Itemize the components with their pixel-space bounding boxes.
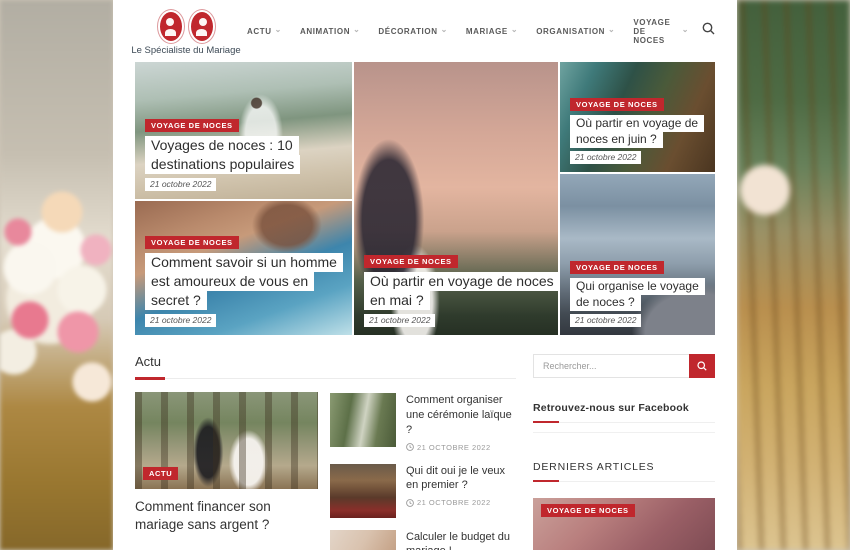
hero-article-date: 21 octobre 2022 [145,178,216,191]
hero-article-title[interactable]: Où partir en voyage de noces en mai ? [364,272,554,310]
hero-article-date: 21 octobre 2022 [570,314,641,327]
search-icon[interactable] [689,22,715,40]
category-badge[interactable]: VOYAGE DE NOCES [364,255,458,268]
search-icon [697,361,707,371]
nav-item-animation[interactable]: ANIMATION⌄ [300,18,360,45]
hero-article-title[interactable]: Comment savoir si un homme est amoureux … [145,253,348,310]
category-badge[interactable]: VOYAGE DE NOCES [145,236,239,249]
chevron-down-icon: ⌄ [275,26,282,34]
facebook-widget-area [533,423,715,433]
list-item-date: 21 OCTOBRE 2022 [406,498,516,507]
chevron-down-icon: ⌄ [353,26,360,34]
background-photo-left [0,0,113,550]
main-nav: ACTU⌄ ANIMATION⌄ DÉCORATION⌄ MARIAGE⌄ OR… [237,18,689,45]
list-item-thumbnail[interactable] [330,530,396,550]
nav-item-voyage-de-noces[interactable]: VOYAGE DE NOCES⌄ [633,18,689,45]
nav-item-organisation[interactable]: ORGANISATION⌄ [536,18,615,45]
list-item[interactable]: Comment organiser une cérémonie laïque ?… [330,393,516,452]
list-item-title[interactable]: Calculer le budget du mariage ! [406,530,516,550]
category-badge[interactable]: VOYAGE DE NOCES [570,98,664,111]
facebook-widget-heading: Retrouvez-nous sur Facebook [533,402,715,423]
hero-article-title[interactable]: Où partir en voyage de noces en juin ? [570,115,711,147]
hero-article[interactable]: VOYAGE DE NOCES Où partir en voyage de n… [560,62,715,172]
page: Le Spécialiste du Mariage ACTU⌄ ANIMATIO… [113,0,737,550]
site-title: Le Spécialiste du Mariage [131,45,240,56]
list-item-title[interactable]: Comment organiser une cérémonie laïque ? [406,393,516,438]
clock-icon [406,443,414,451]
chevron-down-icon: ⌄ [682,26,689,34]
list-item-thumbnail[interactable] [330,393,396,447]
hero-article[interactable]: VOYAGE DE NOCES Où partir en voyage de n… [354,62,558,335]
section-title-actu: Actu [135,354,516,379]
list-item-title[interactable]: Qui dit oui je le veux en premier ? [406,464,516,494]
chevron-down-icon: ⌄ [511,26,518,34]
latest-articles-heading: DERNIERS ARTICLES [533,461,715,482]
list-item-date: 21 OCTOBRE 2022 [406,443,516,452]
category-badge[interactable]: VOYAGE DE NOCES [541,504,635,517]
nav-item-actu[interactable]: ACTU⌄ [247,18,282,45]
featured-article-title[interactable]: Comment financer son mariage sans argent… [135,498,318,534]
site-header: Le Spécialiste du Mariage ACTU⌄ ANIMATIO… [113,0,737,62]
chevron-down-icon: ⌄ [608,26,615,34]
hero-article[interactable]: VOYAGE DE NOCES Qui organise le voyage d… [560,174,715,335]
main-content: Actu ACTU Comment financer son mariage s… [113,335,737,550]
cameo-logo-icon [160,12,213,41]
nav-item-mariage[interactable]: MARIAGE⌄ [466,18,518,45]
cameo-left-icon [160,12,182,41]
search-submit-button[interactable] [689,354,715,378]
hero-article[interactable]: VOYAGE DE NOCES Comment savoir si un hom… [135,201,352,335]
clock-icon [406,499,414,507]
article-list: Comment organiser une cérémonie laïque ?… [330,392,516,550]
sidebar: Retrouvez-nous sur Facebook DERNIERS ART… [533,354,715,550]
hero-article-date: 21 octobre 2022 [145,314,216,327]
hero-article-title[interactable]: Voyages de noces : 10 destinations popul… [145,136,348,174]
search-input[interactable] [533,354,689,378]
category-badge[interactable]: VOYAGE DE NOCES [570,261,664,274]
latest-article[interactable]: VOYAGE DE NOCES [533,498,715,550]
cameo-right-icon [191,12,213,41]
featured-article-image[interactable]: ACTU [135,392,318,489]
nav-item-decoration[interactable]: DÉCORATION⌄ [378,18,448,45]
hero-article-date: 21 octobre 2022 [570,151,641,164]
hero-article-title[interactable]: Qui organise le voyage de noces ? [570,278,711,310]
list-item[interactable]: Calculer le budget du mariage ! [330,530,516,550]
featured-article[interactable]: ACTU Comment financer son mariage sans a… [135,392,318,550]
list-item[interactable]: Qui dit oui je le veux en premier ? 21 O… [330,464,516,518]
hero-article[interactable]: VOYAGE DE NOCES Voyages de noces : 10 de… [135,62,352,199]
category-badge[interactable]: ACTU [143,467,178,480]
hero-grid: VOYAGE DE NOCES Voyages de noces : 10 de… [135,62,715,335]
list-item-thumbnail[interactable] [330,464,396,518]
category-badge[interactable]: VOYAGE DE NOCES [145,119,239,132]
background-photo-right [737,0,850,550]
hero-article-date: 21 octobre 2022 [364,314,435,327]
chevron-down-icon: ⌄ [441,26,448,34]
site-logo[interactable]: Le Spécialiste du Mariage [135,6,237,56]
